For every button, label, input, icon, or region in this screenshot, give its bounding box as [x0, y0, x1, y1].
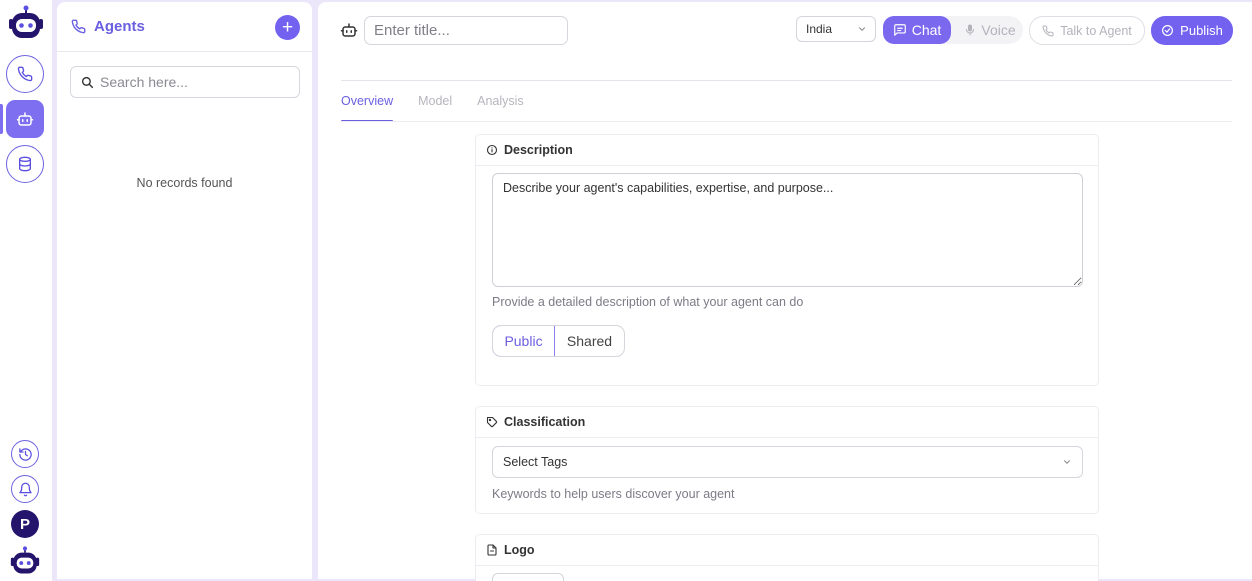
agent-title-input[interactable]	[364, 16, 568, 45]
user-avatar[interactable]: P	[11, 510, 39, 538]
history-icon	[18, 447, 32, 461]
visibility-public-button[interactable]: Public	[493, 326, 555, 356]
talk-to-agent-button[interactable]: Talk to Agent	[1029, 16, 1145, 45]
robot-icon	[16, 112, 34, 126]
editor-tabs: Overview Model Analysis	[341, 94, 524, 122]
sidebar-item-calls[interactable]	[6, 55, 44, 93]
classification-card-header: Classification	[476, 407, 1098, 438]
agents-panel-title: Agents	[94, 18, 145, 35]
agent-search	[70, 66, 300, 98]
visibility-toggle: Public Shared	[492, 325, 625, 357]
logo-card-header: Logo	[476, 535, 1098, 566]
chevron-down-icon	[859, 27, 865, 31]
info-icon	[486, 144, 498, 156]
agent-editor: India Chat Voice Talk to Agent	[318, 2, 1252, 581]
tabs-divider	[341, 121, 1232, 122]
check-circle-icon	[1162, 25, 1174, 36]
database-icon	[19, 156, 31, 172]
mode-chat-button[interactable]: Chat	[883, 16, 951, 44]
publish-button[interactable]: Publish	[1151, 16, 1233, 45]
tab-overview[interactable]: Overview	[341, 94, 394, 122]
description-title: Description	[504, 143, 573, 157]
bell-icon	[18, 482, 32, 496]
logo-title: Logo	[504, 543, 535, 557]
logo-card: Logo	[475, 534, 1099, 581]
sidebar-item-agents[interactable]	[6, 100, 44, 138]
tab-model[interactable]: Model	[418, 94, 452, 122]
empty-state-text: No records found	[136, 176, 233, 190]
agents-panel-header: Agents	[57, 2, 312, 52]
description-card: Description Provide a detailed descripti…	[475, 134, 1099, 386]
tags-select-label: Select Tags	[503, 455, 568, 469]
robot-icon	[340, 23, 358, 37]
phone-icon	[1042, 24, 1054, 36]
microphone-icon	[966, 24, 975, 36]
phone-icon	[17, 66, 33, 82]
add-agent-button[interactable]: +	[275, 15, 300, 40]
visibility-shared-button[interactable]: Shared	[555, 326, 624, 356]
description-card-header: Description	[476, 135, 1098, 166]
talk-to-agent-label: Talk to Agent	[1060, 23, 1132, 38]
description-helper: Provide a detailed description of what y…	[492, 295, 804, 309]
tags-select[interactable]: Select Tags	[492, 446, 1083, 478]
country-select[interactable]: India	[796, 16, 876, 42]
publish-label: Publish	[1180, 23, 1223, 38]
classification-title: Classification	[504, 415, 586, 429]
phone-icon	[71, 19, 86, 34]
plus-icon: +	[281, 17, 294, 38]
header-divider	[341, 80, 1232, 81]
active-indicator	[0, 104, 3, 134]
chevron-down-icon	[1064, 460, 1070, 464]
robot-logo-icon[interactable]	[7, 5, 45, 41]
tag-icon	[486, 416, 498, 428]
country-value: India	[806, 22, 833, 36]
icon-rail: P	[0, 0, 52, 581]
mode-toggle: Chat Voice	[883, 16, 1023, 44]
history-button[interactable]	[11, 440, 39, 468]
tab-analysis[interactable]: Analysis	[477, 94, 524, 122]
description-textarea[interactable]	[492, 173, 1083, 287]
mode-chat-label: Chat	[911, 22, 942, 38]
agents-panel: Agents + No records found	[57, 2, 312, 579]
sidebar-item-knowledge-base[interactable]	[6, 145, 44, 183]
chat-icon	[893, 24, 906, 36]
search-input[interactable]	[100, 74, 290, 90]
notifications-button[interactable]	[11, 475, 39, 503]
file-icon	[487, 544, 497, 556]
search-icon	[81, 76, 94, 88]
mode-voice-button[interactable]: Voice	[957, 16, 1023, 44]
mode-voice-label: Voice	[981, 22, 1016, 38]
classification-helper: Keywords to help users discover your age…	[492, 487, 735, 501]
classification-card: Classification Select Tags Keywords to h…	[475, 406, 1099, 514]
robot-logo-icon	[10, 546, 40, 574]
logo-upload-button[interactable]	[492, 573, 564, 581]
